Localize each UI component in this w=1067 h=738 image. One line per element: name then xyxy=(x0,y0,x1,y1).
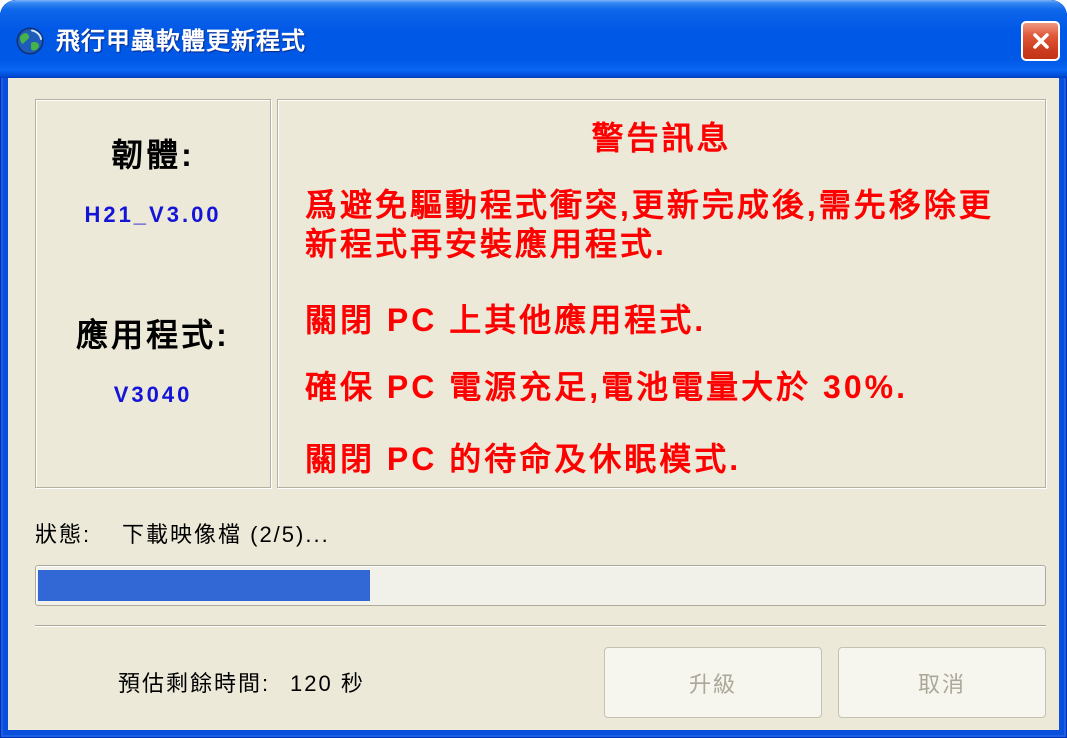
firmware-label: 韌體: xyxy=(111,137,195,173)
warning-message: 關閉 PC 上其他應用程式. xyxy=(305,302,707,338)
window-title: 飛行甲蟲軟體更新程式 xyxy=(56,28,306,55)
application-label: 應用程式: xyxy=(76,317,230,353)
close-icon xyxy=(1030,30,1052,52)
progress-fill xyxy=(38,570,370,601)
time-remaining-label: 預估剩餘時間: xyxy=(118,671,271,696)
status-label: 狀態: xyxy=(35,522,92,547)
updater-window: 飛行甲蟲軟體更新程式 韌體: H21_V3.00 應用程式: V3040 警告訊… xyxy=(0,0,1067,738)
warning-message: 關閉 PC 的待命及休眠模式. xyxy=(305,441,742,477)
version-info-panel: 韌體: H21_V3.00 應用程式: V3040 xyxy=(35,99,271,488)
warning-message: 確保 PC 電源充足,電池電量大於 30%. xyxy=(305,369,908,405)
app-globe-icon xyxy=(15,26,45,56)
warning-message: 爲避免驅動程式衝突,更新完成後,需先移除更新程式再安裝應用程式. xyxy=(305,187,994,262)
client-area: 韌體: H21_V3.00 應用程式: V3040 警告訊息 爲避免驅動程式衝突… xyxy=(8,78,1059,730)
status-text: 下載映像檔 (2/5)... xyxy=(122,522,330,547)
application-version: V3040 xyxy=(113,382,193,407)
cancel-button[interactable]: 取消 xyxy=(838,647,1046,718)
firmware-version: H21_V3.00 xyxy=(84,202,222,227)
progress-bar xyxy=(35,565,1046,606)
time-remaining-value: 120 秒 xyxy=(290,671,365,696)
divider xyxy=(35,625,1046,626)
title-bar[interactable]: 飛行甲蟲軟體更新程式 xyxy=(0,0,1067,78)
close-button[interactable] xyxy=(1021,21,1060,61)
upgrade-button[interactable]: 升級 xyxy=(604,647,822,718)
warning-panel: 警告訊息 爲避免驅動程式衝突,更新完成後,需先移除更新程式再安裝應用程式. 關閉… xyxy=(277,99,1046,488)
progress-track xyxy=(38,570,1043,601)
warning-heading: 警告訊息 xyxy=(591,120,732,156)
